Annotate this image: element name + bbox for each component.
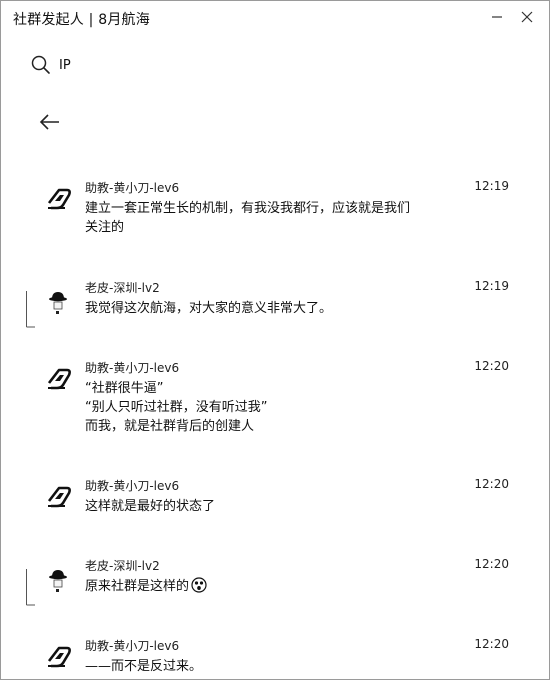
message-text: 我觉得这次航海，对大家的意义非常大了。: [85, 299, 455, 318]
message-line: 而我，就是社群背后的创建人: [85, 419, 255, 434]
search-icon: [31, 55, 50, 74]
arrow-left-icon: [39, 114, 59, 130]
logo-avatar[interactable]: [45, 483, 73, 511]
logo-icon: [47, 486, 71, 508]
message-line: 这样就是最好的状态了: [85, 499, 216, 514]
message-sender[interactable]: 助教-黄小刀-lev6: [85, 637, 179, 654]
close-icon: [521, 11, 533, 23]
message-sender[interactable]: 助教-黄小刀-lev6: [85, 179, 179, 196]
message-time: 12:20: [474, 557, 509, 571]
logo-icon: [47, 646, 71, 668]
message-line: 我觉得这次航海，对大家的意义非常大了。: [85, 301, 333, 316]
message-time: 12:20: [474, 637, 509, 651]
hat-avatar[interactable]: [23, 567, 73, 607]
message-time: 12:20: [474, 359, 509, 373]
message-time: 12:19: [474, 179, 509, 193]
search-query[interactable]: IP: [59, 58, 71, 73]
back-button[interactable]: [37, 109, 63, 135]
hat-icon: [26, 291, 67, 328]
window-title: 社群发起人 | 8月航海: [13, 12, 150, 28]
message-time: 12:20: [474, 477, 509, 491]
surprised-face-emoji: [191, 577, 207, 593]
message-line: 关注的: [85, 220, 125, 235]
title-bar: 社群发起人 | 8月航海: [1, 1, 549, 35]
message-text: 建立一套正常生长的机制，有我没我都行，应该就是我们 关注的: [85, 199, 455, 237]
logo-icon: [47, 188, 71, 210]
message-line: ——而不是反过来。: [85, 659, 203, 674]
message-sender[interactable]: 助教-黄小刀-lev6: [85, 359, 179, 376]
hat-icon: [26, 569, 67, 606]
message-line: 原来社群是这样的: [85, 577, 455, 596]
message-line: 建立一套正常生长的机制，有我没我都行，应该就是我们: [85, 201, 411, 216]
message-line: “社群很牛逼”: [85, 381, 164, 396]
close-button[interactable]: [515, 5, 539, 29]
message-text: “社群很牛逼” “别人只听过社群，没有听过我” 而我，就是社群背后的创建人: [85, 379, 455, 436]
message-sender[interactable]: 老皮-深圳-lv2: [85, 557, 160, 574]
message-text: ——而不是反过来。: [85, 657, 455, 676]
message-line: “别人只听过社群，没有听过我”: [85, 400, 268, 415]
logo-avatar[interactable]: [45, 185, 73, 213]
message-time: 12:19: [474, 279, 509, 293]
message-text: 这样就是最好的状态了: [85, 497, 455, 516]
logo-avatar[interactable]: [45, 365, 73, 393]
message-text: 原来社群是这样的: [85, 577, 455, 596]
message-sender[interactable]: 老皮-深圳-lv2: [85, 279, 160, 296]
logo-avatar[interactable]: [45, 643, 73, 671]
hat-avatar[interactable]: [23, 289, 73, 329]
minimize-icon: [492, 16, 502, 18]
minimize-button[interactable]: [485, 5, 509, 29]
logo-icon: [47, 368, 71, 390]
message-sender[interactable]: 助教-黄小刀-lev6: [85, 477, 179, 494]
search-bar[interactable]: IP: [31, 53, 71, 77]
